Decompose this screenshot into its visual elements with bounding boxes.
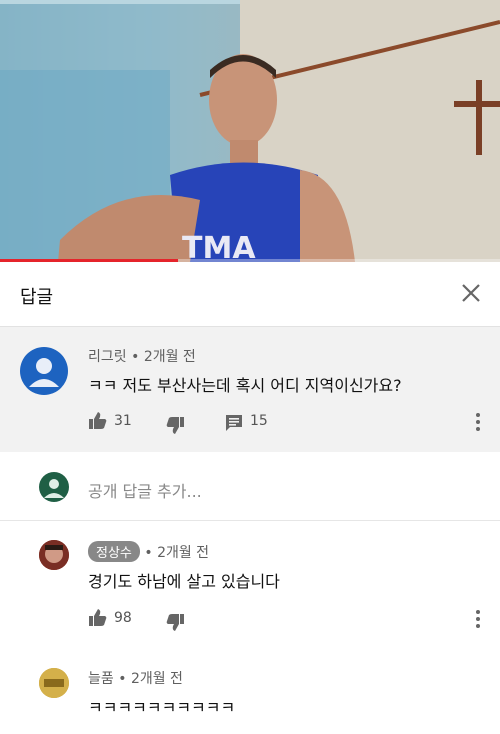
meta-separator: • [131,349,144,365]
reply-text: 경기도 하남에 살고 있습니다 [88,572,280,591]
avatar[interactable] [20,347,68,395]
close-icon [462,284,480,302]
reply-text: ㅋㅋㅋㅋㅋㅋㅋㅋㅋㅋ [88,698,236,717]
thumbs-down-icon[interactable] [165,415,185,435]
video-player[interactable]: TMA [0,0,500,262]
like-count: 98 [114,610,132,626]
meta-separator: • [144,545,158,561]
avatar[interactable] [39,668,69,698]
page-title: 답글 [20,287,54,308]
reply-input[interactable]: 공개 답글 추가... [88,478,202,502]
comment-meta: 리그릿 • 2개월 전 [88,346,196,366]
reply-author-badge[interactable]: 정상수 [88,541,140,562]
person-icon [44,479,64,498]
thumbs-up-icon[interactable] [88,608,108,628]
avatar-image [39,668,69,698]
parent-comment: 리그릿 • 2개월 전 ㅋㅋ 저도 부산사는데 혹시 어디 지역이신가요? 31… [0,327,500,452]
comment-text: ㅋㅋ 저도 부산사는데 혹시 어디 지역이신가요? [88,376,402,395]
shirt-text: TMA [182,231,256,262]
reply-meta: 늘품 • 2개월 전 [88,668,183,688]
video-frame: TMA [0,0,500,262]
divider [0,520,500,521]
close-button[interactable] [456,278,486,308]
reply-count[interactable]: 15 [250,413,268,429]
avatar[interactable] [39,540,69,570]
replies-header: 답글 [0,262,500,327]
thumbs-up-icon[interactable] [88,411,108,431]
person-icon [29,358,59,387]
avatar-image [39,540,69,570]
more-vert-icon[interactable] [472,411,484,433]
comment-author[interactable]: 리그릿 [88,349,127,365]
more-vert-icon[interactable] [472,608,484,630]
thumbs-down-icon[interactable] [165,612,185,632]
reply-author[interactable]: 늘품 [88,671,114,687]
reply-time: 2개월 전 [157,545,210,561]
comment-icon[interactable] [224,413,244,433]
reply-meta: 정상수 • 2개월 전 [88,541,209,562]
meta-separator: • [118,671,131,687]
like-count: 31 [114,413,132,429]
comment-time: 2개월 전 [143,349,196,365]
user-avatar [39,472,69,502]
reply-time: 2개월 전 [130,671,183,687]
